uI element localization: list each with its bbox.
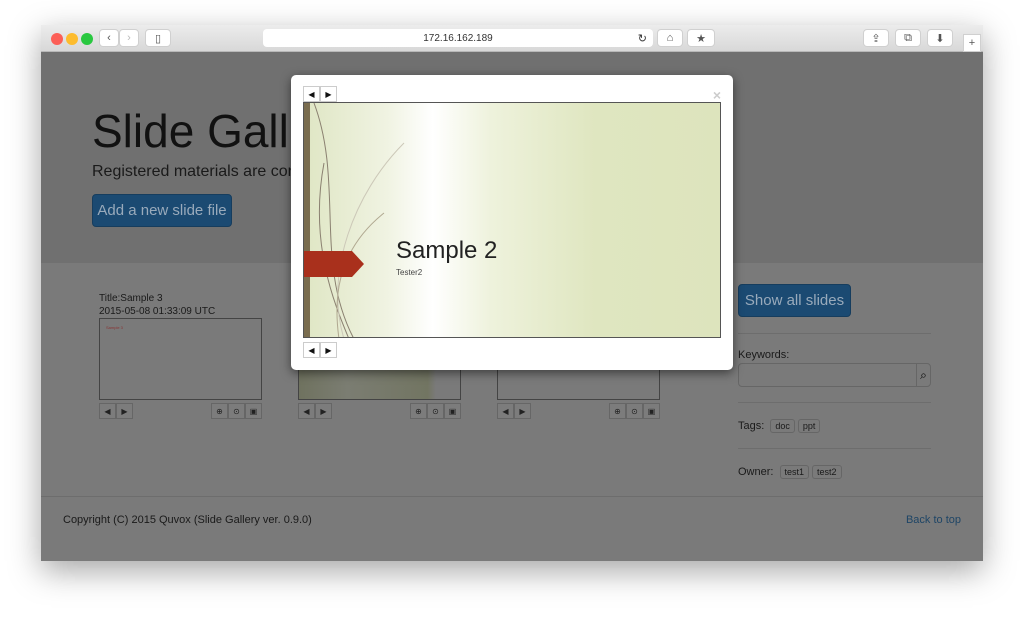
keywords-input[interactable] xyxy=(739,364,916,386)
slide-subtitle: Tester2 xyxy=(396,268,423,277)
footer: Copyright (C) 2015 Quvox (Slide Gallery … xyxy=(41,496,983,561)
slide-title: Sample 2 xyxy=(396,237,498,264)
page-title: Slide Gall xyxy=(92,105,289,157)
home-icon[interactable]: ⌂ xyxy=(657,29,683,47)
tags-label: Tags: xyxy=(738,420,765,432)
thumb-text: Sample 3 xyxy=(106,325,123,330)
slide-thumbnail[interactable]: Sample 3 xyxy=(99,318,262,400)
reload-icon[interactable]: ↻ xyxy=(638,32,647,45)
download-icon[interactable]: ⬇ xyxy=(927,29,953,47)
zoom-in-icon[interactable]: ⊕ xyxy=(609,403,626,419)
tabs-icon[interactable]: ⧉ xyxy=(895,29,921,47)
close-modal-button[interactable]: × xyxy=(713,87,721,103)
next-slide-icon[interactable]: ▶ xyxy=(320,342,337,358)
download-icon[interactable]: ⊙ xyxy=(228,403,245,419)
zoom-in-icon[interactable]: ⊕ xyxy=(410,403,427,419)
lead-text: Registered materials are conve xyxy=(92,163,314,180)
prev-icon[interactable]: ◀ xyxy=(298,403,315,419)
tag-ppt[interactable]: ppt xyxy=(797,419,821,433)
share-icon[interactable]: ⇪ xyxy=(863,29,889,47)
info-icon[interactable]: ▣ xyxy=(444,403,461,419)
back-to-top-link[interactable]: Back to top xyxy=(906,514,961,526)
browser-toolbar: ‹ › ▯ 172.16.162.189 ↻ ⌂ ★ ⇪ ⧉ ⬇ + xyxy=(41,25,983,52)
owner-label: Owner: xyxy=(738,466,774,478)
owner-test1[interactable]: test1 xyxy=(779,465,810,479)
slide-curves xyxy=(313,103,405,337)
zoom-in-icon[interactable]: ⊕ xyxy=(211,403,228,419)
download-icon[interactable]: ⊙ xyxy=(626,403,643,419)
keywords-label: Keywords: xyxy=(738,349,790,361)
back-icon[interactable]: ‹ xyxy=(99,29,119,47)
info-icon[interactable]: ▣ xyxy=(245,403,262,419)
tag-doc[interactable]: doc xyxy=(770,419,795,433)
divider xyxy=(738,333,931,334)
add-slide-button[interactable]: Add a new slide file xyxy=(92,194,232,227)
keyword-search-group: ⌕ xyxy=(738,363,931,387)
next-icon[interactable]: ▶ xyxy=(116,403,133,419)
next-icon[interactable]: ▶ xyxy=(315,403,332,419)
info-icon[interactable]: ▣ xyxy=(643,403,660,419)
next-slide-icon[interactable]: ▶ xyxy=(320,86,337,102)
prev-slide-icon[interactable]: ◀ xyxy=(303,342,320,358)
copyright-text: Copyright (C) 2015 Quvox (Slide Gallery … xyxy=(63,514,312,526)
slide-ribbon xyxy=(304,251,364,277)
show-all-slides-button[interactable]: Show all slides xyxy=(738,284,851,317)
download-icon[interactable]: ⊙ xyxy=(427,403,444,419)
address-bar[interactable]: 172.16.162.189 ↻ xyxy=(263,29,653,47)
url-text: 172.16.162.189 xyxy=(423,32,493,44)
prev-slide-icon[interactable]: ◀ xyxy=(303,86,320,102)
slide-image: Sample 2 Tester2 xyxy=(303,102,721,338)
divider xyxy=(738,448,931,449)
next-icon[interactable]: ▶ xyxy=(514,403,531,419)
sidebar-icon[interactable]: ▯ xyxy=(145,29,171,47)
forward-icon[interactable]: › xyxy=(119,29,139,47)
bookmark-icon[interactable]: ★ xyxy=(687,29,715,47)
owner-test2[interactable]: test2 xyxy=(812,465,842,479)
prev-icon[interactable]: ◀ xyxy=(99,403,116,419)
divider xyxy=(738,402,931,403)
close-window-button[interactable] xyxy=(51,33,63,45)
new-tab-icon[interactable]: + xyxy=(963,34,981,52)
prev-icon[interactable]: ◀ xyxy=(497,403,514,419)
slide-card: Title:Sample 3 2015-05-08 01:33:09 UTC S… xyxy=(99,292,262,419)
card-title: Title:Sample 3 xyxy=(99,293,163,304)
search-icon[interactable]: ⌕ xyxy=(916,364,930,386)
slide-viewer-modal: ◀ ▶ × Sample 2 Tester2 ◀ ▶ xyxy=(291,75,733,370)
minimize-window-button[interactable] xyxy=(66,33,78,45)
zoom-window-button[interactable] xyxy=(81,33,93,45)
card-date: 2015-05-08 01:33:09 UTC xyxy=(99,306,216,317)
